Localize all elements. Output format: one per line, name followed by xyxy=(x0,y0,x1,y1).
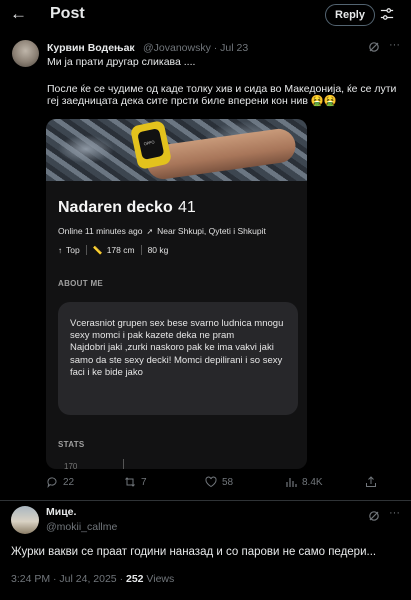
repost-action[interactable]: 7 xyxy=(124,476,147,488)
reply-count: 22 xyxy=(63,476,75,488)
bio-box: Vcerasniot grupen sex bese svarno ludnic… xyxy=(58,302,298,415)
tweet-actions: 22 7 58 8.4K xyxy=(0,476,411,494)
page-title: Post xyxy=(50,5,85,22)
profile-age: 41 xyxy=(178,199,196,216)
like-action[interactable]: 58 xyxy=(205,476,233,488)
reply-action[interactable]: 22 xyxy=(46,476,74,488)
post-timestamp[interactable]: 3:24 PM · Jul 24, 2025 · xyxy=(11,573,126,585)
tweet-text-line1: Ми ја прати другар сликава .... xyxy=(47,56,196,68)
share-icon xyxy=(366,476,376,487)
up-arrow-icon: ↑ xyxy=(58,245,62,255)
avatar[interactable] xyxy=(12,40,39,67)
author-name[interactable]: Мице. xyxy=(46,506,76,518)
online-status-row: Online 11 minutes ago ➚ Near Shkupi, Qyt… xyxy=(58,226,266,236)
repost-count: 7 xyxy=(141,476,147,488)
location-text: Near Shkupi, Qyteti i Shkupit xyxy=(157,226,266,236)
role-text: Top xyxy=(66,245,80,255)
share-action[interactable] xyxy=(365,476,377,488)
grok-icon[interactable] xyxy=(368,41,380,53)
smartwatch-shape: OPPO xyxy=(129,119,173,171)
about-me-label: ABOUT ME xyxy=(58,279,104,288)
views-label: Views xyxy=(143,573,175,585)
author-handle[interactable]: @Jovanowsky · Jul 23 xyxy=(143,42,248,54)
views-count: 8.4K xyxy=(302,476,323,488)
height-text: 178 cm xyxy=(106,245,135,255)
divider xyxy=(0,500,411,501)
back-arrow-icon[interactable]: ← xyxy=(10,4,27,24)
reply-text: Журки вакви се праат години наназад и со… xyxy=(11,546,377,558)
profile-name: Nadaren decko xyxy=(58,199,173,216)
cut-off-stat: 170 xyxy=(64,462,78,469)
author-name[interactable]: Курвин Водењак xyxy=(47,42,135,54)
location-arrow-icon: ➚ xyxy=(146,226,154,236)
sliders-icon[interactable] xyxy=(380,7,394,21)
stats-row: ↑ Top 📏 178 cm 80 kg xyxy=(58,245,168,255)
bio-text: Vcerasniot grupen sex bese svarno ludnic… xyxy=(70,318,284,378)
attached-image[interactable]: OPPO Nadaren decko 41 Online 11 minutes … xyxy=(46,119,307,469)
author-handle[interactable]: @mokii_callme xyxy=(46,521,117,533)
profile-photo: OPPO xyxy=(46,119,307,182)
top-bar: ← Post Reply xyxy=(0,0,411,30)
more-options-icon[interactable]: ··· xyxy=(389,39,400,51)
more-options-icon[interactable]: ··· xyxy=(389,507,400,519)
views-action[interactable]: 8.4K xyxy=(285,476,323,488)
like-count: 58 xyxy=(222,476,234,488)
bar-chart-icon xyxy=(286,478,297,487)
stats-label: STATS xyxy=(58,440,85,449)
post-meta: 3:24 PM · Jul 24, 2025 · 252 Views xyxy=(11,573,174,585)
comment-icon xyxy=(47,477,57,488)
online-status: Online 11 minutes ago xyxy=(58,226,143,236)
ruler-icon: 📏 xyxy=(92,245,103,255)
repost-icon xyxy=(125,477,135,487)
tweet-text-line2: После ќе се чудиме од каде толку хив и с… xyxy=(47,83,397,107)
weight-text: 80 kg xyxy=(147,245,169,255)
heart-icon xyxy=(205,476,217,488)
reply-button[interactable]: Reply xyxy=(325,4,375,26)
views-number: 252 xyxy=(125,573,144,585)
grok-icon[interactable] xyxy=(368,510,380,522)
avatar[interactable] xyxy=(11,506,39,534)
